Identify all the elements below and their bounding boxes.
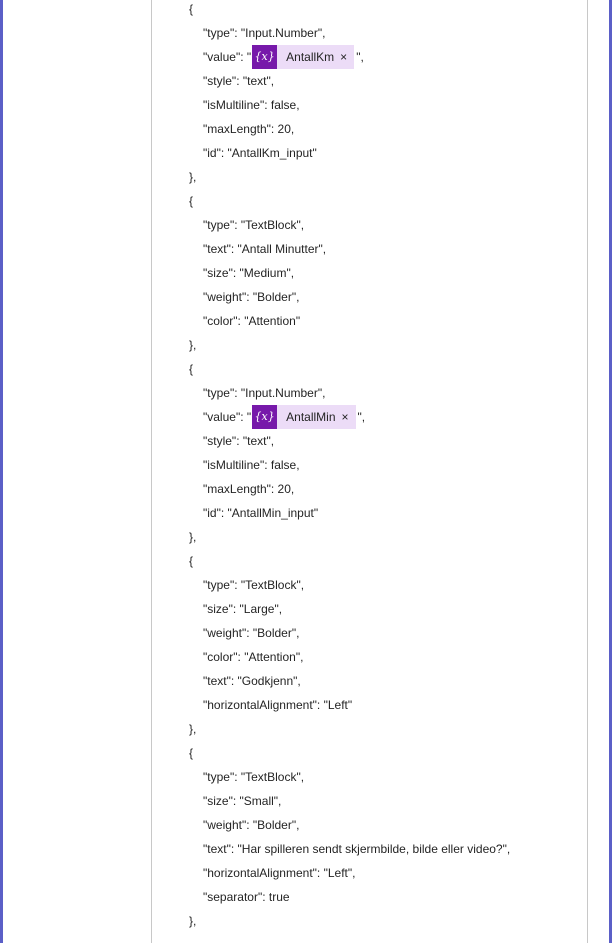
code-text: "isMultiline": false,	[203, 98, 300, 112]
code-line[interactable]: "text": "Antall Minutter",	[203, 237, 326, 261]
code-line[interactable]: "text": "Godkjenn",	[203, 669, 301, 693]
code-line[interactable]: "type": "TextBlock",	[203, 213, 304, 237]
code-line[interactable]: },	[189, 525, 196, 549]
code-text: "size": "Large",	[203, 602, 283, 616]
code-text: "size": "Medium",	[203, 266, 295, 280]
json-code-editor[interactable]: {"type": "Input.Number", "value": " {x} Ant…	[151, 0, 588, 943]
code-text: {	[189, 554, 194, 568]
code-line[interactable]: "weight": "Bolder",	[203, 285, 299, 309]
code-line[interactable]: "size": "Small",	[203, 789, 281, 813]
window-frame: {"type": "Input.Number", "value": " {x} Ant…	[0, 0, 612, 943]
code-line[interactable]: "weight": "Bolder",	[203, 621, 299, 645]
code-text: "type": "TextBlock",	[203, 578, 305, 592]
code-text: "text": "Antall Minutter",	[203, 242, 327, 256]
code-line[interactable]: {	[189, 741, 193, 765]
code-text: },	[189, 530, 197, 544]
code-text: "type": "Input.Number",	[203, 26, 326, 40]
code-line[interactable]: {	[189, 0, 193, 21]
code-line[interactable]: "size": "Medium",	[203, 261, 294, 285]
remove-token-icon[interactable]: ×	[340, 45, 354, 69]
code-text: "id": "AntallMin_input"	[203, 506, 319, 520]
code-text: },	[189, 914, 197, 928]
code-text: "type": "TextBlock",	[203, 218, 305, 232]
code-line[interactable]: "isMultiline": false,	[203, 93, 300, 117]
code-line[interactable]: "isMultiline": false,	[203, 453, 300, 477]
code-line[interactable]: "maxLength": 20,	[203, 117, 294, 141]
code-text: "style": "text",	[203, 74, 275, 88]
code-line[interactable]: {	[189, 189, 193, 213]
code-text: "text": "Har spilleren sendt skjermbilde…	[203, 842, 511, 856]
code-text: "horizontalAlignment": "Left"	[203, 698, 353, 712]
code-text: },	[189, 170, 197, 184]
code-line[interactable]: "value": " {x} AntallMin × ",	[203, 405, 365, 429]
code-line[interactable]: "text": "Har spilleren sendt skjermbilde…	[203, 837, 510, 861]
code-line[interactable]: "weight": "Bolder",	[203, 813, 299, 837]
code-text: {	[189, 2, 194, 16]
code-line[interactable]: "horizontalAlignment": "Left",	[203, 861, 355, 885]
code-text: "size": "Small",	[203, 794, 282, 808]
code-text: "style": "text",	[203, 434, 275, 448]
code-text: "maxLength": 20,	[203, 482, 295, 496]
code-text: "isMultiline": false,	[203, 458, 300, 472]
code-text: "color": "Attention"	[203, 314, 301, 328]
code-text: "horizontalAlignment": "Left",	[203, 866, 356, 880]
code-text: "weight": "Bolder",	[203, 626, 300, 640]
code-text: {	[189, 362, 194, 376]
code-text: "value": "	[203, 410, 252, 424]
code-text: "separator": true	[203, 890, 290, 904]
code-text: "type": "TextBlock",	[203, 770, 305, 784]
token-label: AntallMin	[286, 410, 336, 424]
code-line[interactable]: },	[189, 717, 196, 741]
code-text: },	[189, 338, 197, 352]
code-line[interactable]: },	[189, 333, 196, 357]
code-line[interactable]: "value": " {x} AntallKm × ",	[203, 45, 364, 69]
variable-icon: {x}	[252, 405, 278, 429]
code-line[interactable]: "separator": true	[203, 885, 290, 909]
code-line[interactable]: "id": "AntallMin_input"	[203, 501, 318, 525]
code-text: "weight": "Bolder",	[203, 818, 300, 832]
variable-icon: {x}	[252, 45, 278, 69]
dynamic-content-token[interactable]: {x} AntallMin ×	[252, 405, 356, 429]
code-text: "value": "	[203, 50, 252, 64]
code-line[interactable]: "id": "AntallKm_input"	[203, 141, 317, 165]
code-line[interactable]: {	[189, 549, 193, 573]
code-line[interactable]: "type": "TextBlock",	[203, 765, 304, 789]
code-text: ",	[357, 410, 366, 424]
code-text: "weight": "Bolder",	[203, 290, 300, 304]
dynamic-content-token[interactable]: {x} AntallKm ×	[252, 45, 355, 69]
code-line[interactable]: "type": "Input.Number",	[203, 21, 325, 45]
code-text: {	[189, 194, 194, 208]
code-line[interactable]: "color": "Attention"	[203, 309, 300, 333]
code-text: "text": "Godkjenn",	[203, 674, 301, 688]
code-line[interactable]: "maxLength": 20,	[203, 477, 294, 501]
code-line[interactable]: {	[189, 357, 193, 381]
code-line[interactable]: "type": "Input.Number",	[203, 381, 325, 405]
code-text: "color": "Attention",	[203, 650, 304, 664]
code-line[interactable]: },	[189, 165, 196, 189]
code-text: ",	[356, 50, 364, 64]
code-line[interactable]: "color": "Attention",	[203, 645, 303, 669]
code-line[interactable]: "size": "Large",	[203, 597, 282, 621]
code-line[interactable]: "style": "text",	[203, 429, 274, 453]
remove-token-icon[interactable]: ×	[342, 405, 356, 429]
code-text: "maxLength": 20,	[203, 122, 295, 136]
token-label: AntallKm	[286, 50, 335, 64]
code-line[interactable]: "type": "TextBlock",	[203, 573, 304, 597]
code-line[interactable]: "style": "text",	[203, 69, 274, 93]
code-line[interactable]: "horizontalAlignment": "Left"	[203, 693, 352, 717]
code-text: },	[189, 722, 197, 736]
code-text: "type": "Input.Number",	[203, 386, 326, 400]
code-line[interactable]: },	[189, 909, 196, 933]
code-text: {	[189, 746, 194, 760]
code-text: "id": "AntallKm_input"	[203, 146, 317, 160]
